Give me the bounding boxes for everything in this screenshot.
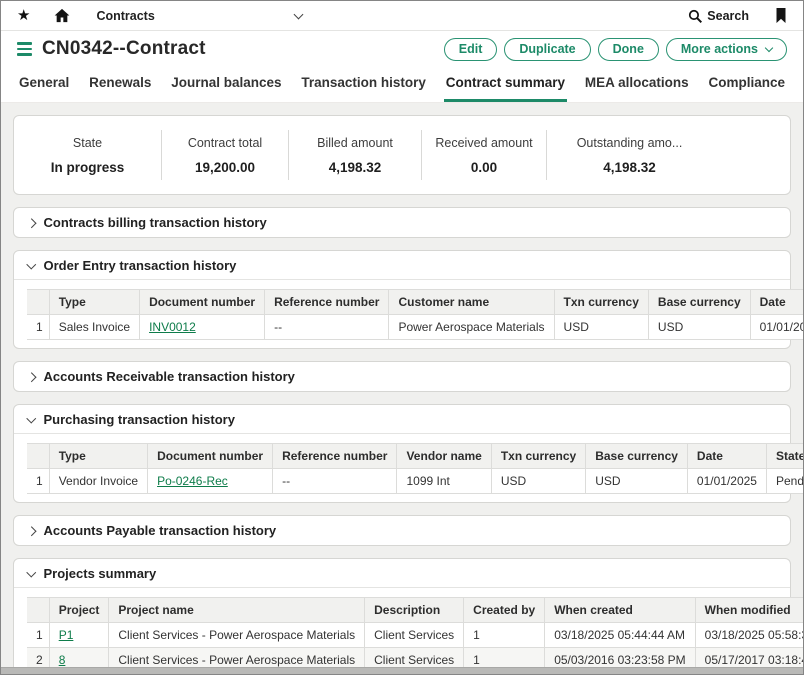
tab-transaction-history[interactable]: Transaction history: [299, 67, 428, 102]
chevron-down-icon: [27, 567, 36, 576]
record-list-icon[interactable]: [17, 42, 32, 56]
search-icon: [688, 9, 702, 23]
table-row: 2 8 Client Services - Power Aerospace Ma…: [27, 648, 803, 668]
table-header-row: Type Document number Reference number Ve…: [27, 444, 803, 469]
stat-state-value: In progress: [51, 160, 125, 175]
tab-contract-summary[interactable]: Contract summary: [444, 67, 567, 102]
section-accounts-payable: Accounts Payable transaction history: [13, 515, 791, 546]
tab-bar: General Renewals Journal balances Transa…: [1, 67, 803, 103]
tab-compliance[interactable]: Compliance: [706, 67, 787, 102]
section-accounts-receivable: Accounts Receivable transaction history: [13, 361, 791, 392]
home-icon[interactable]: [54, 8, 70, 23]
page-title: CN0342--Contract: [42, 38, 206, 60]
stat-outstanding-amount: Outstanding amo... 4,198.32: [547, 130, 712, 180]
chevron-down-icon: [27, 413, 36, 422]
stat-received-amount: Received amount 0.00: [422, 130, 547, 180]
chevron-down-icon: [293, 9, 303, 19]
section-purchasing: Purchasing transaction history Type Docu…: [13, 404, 791, 503]
stat-contract-total-value: 19,200.00: [195, 160, 255, 175]
section-accounts-receivable-toggle[interactable]: Accounts Receivable transaction history: [14, 362, 790, 391]
tab-journal-balances[interactable]: Journal balances: [169, 67, 283, 102]
search-label: Search: [707, 9, 749, 23]
table-header-row: Project Project name Description Created…: [27, 598, 803, 623]
section-contracts-billing-toggle[interactable]: Contracts billing transaction history: [14, 208, 790, 237]
table-row: 1 Vendor Invoice Po-0246-Rec -- 1099 Int…: [27, 469, 803, 494]
search-button[interactable]: Search: [688, 9, 749, 23]
section-accounts-payable-toggle[interactable]: Accounts Payable transaction history: [14, 516, 790, 545]
section-order-entry: Order Entry transaction history Type Doc…: [13, 250, 791, 349]
contract-summary-stats-card: State In progress Contract total 19,200.…: [13, 115, 791, 195]
section-projects-summary-toggle[interactable]: Projects summary: [14, 559, 790, 588]
done-button[interactable]: Done: [598, 38, 659, 61]
app-window: ★ Contracts Search CN0342--Contract Edit…: [0, 0, 804, 675]
section-projects-summary: Projects summary Project Project name De…: [13, 558, 791, 667]
chevron-right-icon: [27, 526, 36, 535]
tab-renewals[interactable]: Renewals: [87, 67, 153, 102]
duplicate-button[interactable]: Duplicate: [504, 38, 590, 61]
chevron-right-icon: [27, 372, 36, 381]
tab-general[interactable]: General: [17, 67, 71, 102]
stat-billed-amount-value: 4,198.32: [329, 160, 382, 175]
purchasing-table: Type Document number Reference number Ve…: [27, 443, 803, 494]
stat-received-amount-value: 0.00: [471, 160, 497, 175]
chevron-down-icon: [27, 259, 36, 268]
stat-outstanding-amount-value: 4,198.32: [603, 160, 656, 175]
record-header: CN0342--Contract Edit Duplicate Done Mor…: [1, 31, 803, 67]
table-row: 1 Sales Invoice INV0012 -- Power Aerospa…: [27, 315, 803, 340]
order-entry-table: Type Document number Reference number Cu…: [27, 289, 803, 340]
content-area: State In progress Contract total 19,200.…: [1, 103, 803, 667]
window-bottom-edge: [1, 667, 803, 674]
edit-button[interactable]: Edit: [444, 38, 498, 61]
more-actions-button[interactable]: More actions: [666, 38, 787, 61]
chevron-down-icon: [765, 44, 773, 52]
chevron-right-icon: [27, 218, 36, 227]
tab-mea-allocations[interactable]: MEA allocations: [583, 67, 691, 102]
project-link[interactable]: P1: [59, 628, 74, 642]
bookmark-icon[interactable]: [775, 8, 787, 23]
table-header-row: Type Document number Reference number Cu…: [27, 290, 803, 315]
section-order-entry-toggle[interactable]: Order Entry transaction history: [14, 251, 790, 280]
favorites-star-icon[interactable]: ★: [17, 8, 30, 23]
section-contracts-billing: Contracts billing transaction history: [13, 207, 791, 238]
section-purchasing-toggle[interactable]: Purchasing transaction history: [14, 405, 790, 434]
document-number-link[interactable]: INV0012: [149, 320, 196, 334]
stat-contract-total: Contract total 19,200.00: [162, 130, 289, 180]
contracts-nav-dropdown[interactable]: Contracts: [96, 9, 301, 23]
project-link[interactable]: 8: [59, 653, 66, 667]
stat-state: State In progress: [14, 130, 162, 180]
document-number-link[interactable]: Po-0246-Rec: [157, 474, 228, 488]
contracts-nav-label: Contracts: [96, 9, 154, 23]
projects-table: Project Project name Description Created…: [27, 597, 803, 667]
table-row: 1 P1 Client Services - Power Aerospace M…: [27, 623, 803, 648]
stat-billed-amount: Billed amount 4,198.32: [289, 130, 422, 180]
top-bar: ★ Contracts Search: [1, 1, 803, 31]
